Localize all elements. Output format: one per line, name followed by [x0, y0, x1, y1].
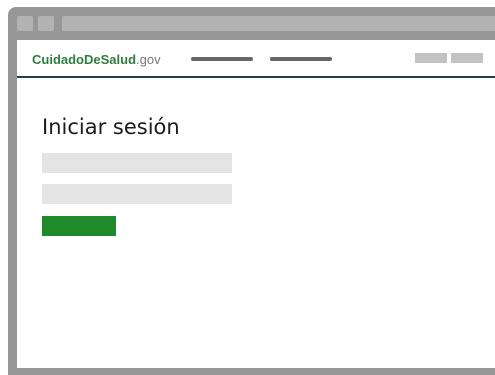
page-viewport: CuidadoDeSalud.gov Iniciar sesión	[17, 40, 495, 368]
header-button-placeholder[interactable]	[451, 53, 483, 63]
password-input[interactable]	[42, 184, 232, 204]
site-logo[interactable]: CuidadoDeSalud.gov	[32, 52, 161, 67]
site-header: CuidadoDeSalud.gov	[17, 40, 495, 78]
browser-window: CuidadoDeSalud.gov Iniciar sesión	[8, 7, 495, 375]
browser-control-button[interactable]	[38, 16, 54, 31]
browser-address-bar[interactable]	[62, 16, 495, 31]
logo-tld-text: .gov	[136, 52, 161, 67]
nav-link-placeholder[interactable]	[191, 57, 253, 61]
username-input[interactable]	[42, 153, 232, 173]
header-button-placeholder[interactable]	[415, 53, 447, 63]
sign-in-button[interactable]	[42, 216, 116, 236]
logo-main-text: CuidadoDeSalud	[32, 52, 137, 67]
page-title: Iniciar sesión	[42, 115, 180, 139]
browser-control-button[interactable]	[17, 16, 33, 31]
nav-link-placeholder[interactable]	[270, 57, 332, 61]
browser-toolbar	[17, 16, 495, 34]
